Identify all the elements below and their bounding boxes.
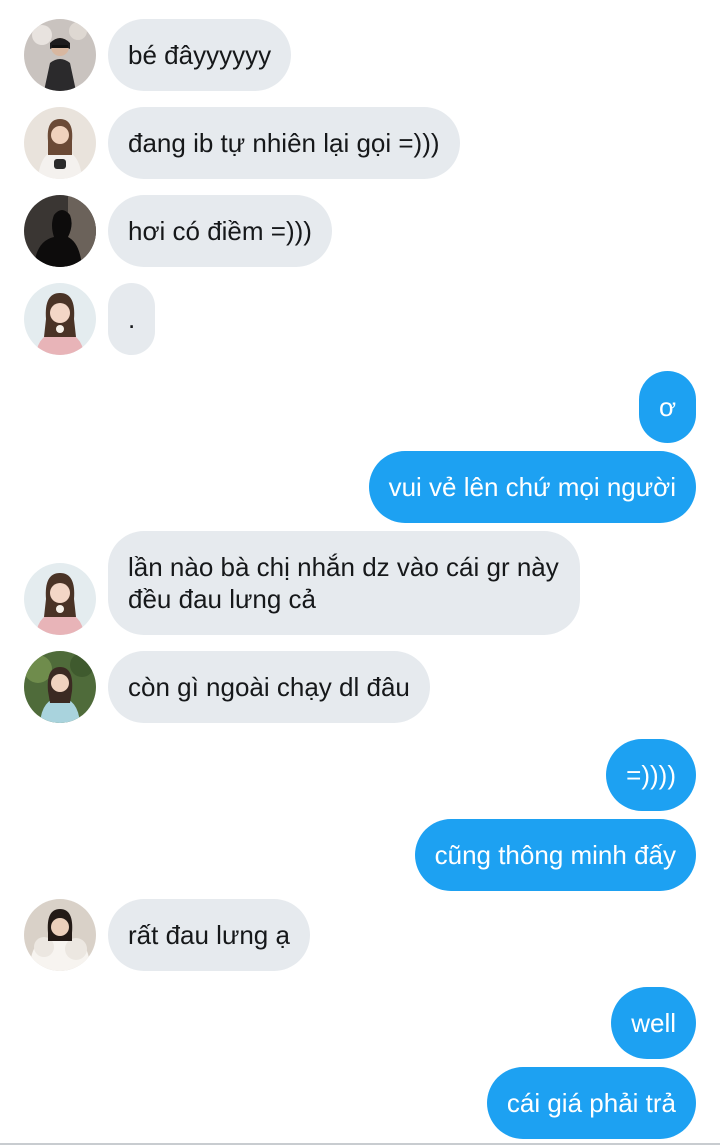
- message-bubble-incoming[interactable]: bé đâyyyyyy: [108, 19, 292, 91]
- message-bubble-incoming[interactable]: lần nào bà chị nhắn dz vào cái gr này đề…: [108, 531, 580, 635]
- message-text: cũng thông minh đấy: [434, 840, 676, 870]
- message-text: lần nào bà chị nhắn dz vào cái gr này đề…: [128, 552, 559, 614]
- avatar[interactable]: [24, 283, 96, 355]
- avatar[interactable]: [24, 19, 96, 91]
- message-bubble-incoming[interactable]: đang ib tự nhiên lại gọi =))): [108, 107, 460, 179]
- avatar-photo: [24, 899, 96, 971]
- message-text: vui vẻ lên chứ mọi người: [388, 472, 676, 502]
- message-text: rất đau lưng ạ: [128, 920, 290, 950]
- conversation-thread: bé đâyyyyyy đang ib tự nhiên lại gọi =))…: [0, 0, 720, 1145]
- message-text: cái giá phải trả: [506, 1088, 676, 1118]
- avatar-photo: [24, 283, 96, 355]
- avatar-photo: [24, 195, 96, 267]
- message-bubble-incoming[interactable]: hơi có điềm =))): [108, 195, 332, 267]
- message-bubble-outgoing[interactable]: cũng thông minh đấy: [414, 819, 696, 891]
- message-text: còn gì ngoài chạy dl đâu: [128, 672, 410, 702]
- avatar[interactable]: [24, 899, 96, 971]
- message-text: ơ: [658, 392, 676, 422]
- avatar[interactable]: [24, 563, 96, 635]
- message-text: bé đâyyyyyy: [128, 40, 272, 70]
- avatar[interactable]: [24, 195, 96, 267]
- message-bubble-outgoing[interactable]: well: [611, 987, 696, 1059]
- message-text: .: [128, 304, 136, 334]
- message-text: hơi có điềm =))): [128, 216, 312, 246]
- avatar-photo: [24, 107, 96, 179]
- message-bubble-outgoing[interactable]: ơ: [638, 371, 696, 443]
- message-bubble-outgoing[interactable]: cái giá phải trả: [486, 1067, 696, 1139]
- message-bubble-incoming[interactable]: .: [108, 283, 156, 355]
- message-bubble-outgoing[interactable]: =)))): [606, 739, 696, 811]
- message-text: =)))): [626, 760, 676, 790]
- avatar-photo: [24, 651, 96, 723]
- avatar-photo: [24, 19, 96, 91]
- message-bubble-incoming[interactable]: còn gì ngoài chạy dl đâu: [108, 651, 430, 723]
- message-bubble-outgoing[interactable]: vui vẻ lên chứ mọi người: [368, 451, 696, 523]
- avatar-photo: [24, 563, 96, 635]
- message-text: đang ib tự nhiên lại gọi =))): [128, 128, 440, 158]
- avatar[interactable]: [24, 107, 96, 179]
- message-text: well: [631, 1008, 676, 1038]
- avatar[interactable]: [24, 651, 96, 723]
- message-bubble-incoming[interactable]: rất đau lưng ạ: [108, 899, 310, 971]
